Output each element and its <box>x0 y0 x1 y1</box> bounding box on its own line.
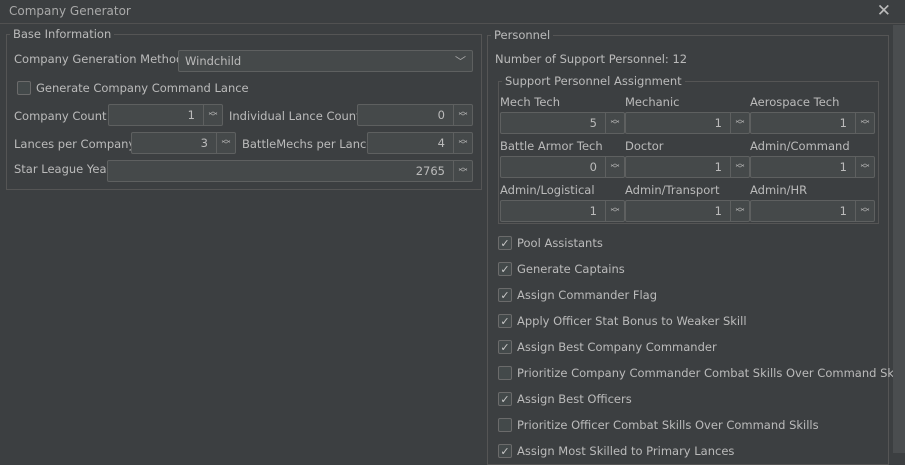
role-value: 1 <box>839 160 847 174</box>
spinner-arrows-icon[interactable]: ︿ ﹀ <box>605 201 624 221</box>
option-checkbox[interactable]: ✓ Assign Commander Flag <box>498 288 657 302</box>
role-label: Aerospace Tech <box>750 95 840 109</box>
spinner-arrows-icon[interactable]: ︿ ﹀ <box>453 105 472 125</box>
option-label: Generate Captains <box>517 262 625 276</box>
checkmark-icon: ✓ <box>498 236 512 250</box>
sl-year-spinner[interactable]: 2765 ︿ ﹀ <box>107 160 473 182</box>
spinner-arrows-icon[interactable]: ︿ ﹀ <box>730 201 749 221</box>
method-value: Windchild <box>185 54 242 68</box>
role-value: 1 <box>839 116 847 130</box>
option-checkbox[interactable]: ✓ Apply Officer Stat Bonus to Weaker Skil… <box>498 314 747 328</box>
role-label: Mech Tech <box>500 95 561 109</box>
option-checkbox[interactable]: ✓ Assign Most Skilled to Primary Lances <box>498 444 734 458</box>
support-count: Number of Support Personnel: 12 <box>495 52 688 66</box>
close-icon[interactable]: ✕ <box>877 1 891 21</box>
role-spinner[interactable]: 5 ︿ ﹀ <box>500 112 625 134</box>
role-spinner[interactable]: 1 ︿ ﹀ <box>750 156 875 178</box>
spinner-arrows-icon[interactable]: ︿ ﹀ <box>855 157 874 177</box>
role-label: Mechanic <box>625 95 680 109</box>
role-label: Admin/Command <box>750 139 850 153</box>
base-information-legend: Base Information <box>10 27 115 41</box>
option-label: Assign Best Officers <box>517 392 632 406</box>
individual-lance-value: 0 <box>437 108 445 122</box>
option-checkbox[interactable]: Prioritize Company Commander Combat Skil… <box>498 366 905 380</box>
option-label: Pool Assistants <box>517 236 603 250</box>
spinner-arrows-icon[interactable]: ︿ ﹀ <box>203 105 222 125</box>
role-value: 1 <box>714 204 722 218</box>
mechs-value: 4 <box>437 136 445 150</box>
spinner-arrows-icon[interactable]: ︿ ﹀ <box>605 157 624 177</box>
role-label: Battle Armor Tech <box>500 139 603 153</box>
mechs-label: BattleMechs per Lance <box>242 137 374 151</box>
role-value: 5 <box>589 116 597 130</box>
spinner-arrows-icon[interactable]: ︿ ﹀ <box>453 133 472 153</box>
personnel-legend: Personnel <box>491 28 554 42</box>
method-select[interactable]: Windchild ﹀ <box>178 50 473 72</box>
option-checkbox[interactable]: ✓ Assign Best Officers <box>498 392 632 406</box>
lances-spinner[interactable]: 3 ︿ ﹀ <box>131 132 236 154</box>
company-count-value: 1 <box>187 108 195 122</box>
checkbox-icon <box>498 418 512 432</box>
method-label: Company Generation Method <box>14 52 184 66</box>
role-value: 0 <box>589 160 597 174</box>
individual-lance-spinner[interactable]: 0 ︿ ﹀ <box>357 104 473 126</box>
role-spinner[interactable]: 1 ︿ ﹀ <box>625 200 750 222</box>
command-lance-checkbox[interactable]: Generate Company Command Lance <box>17 81 249 95</box>
role-value: 1 <box>839 204 847 218</box>
command-lance-label: Generate Company Command Lance <box>36 81 249 95</box>
checkbox-icon <box>17 81 31 95</box>
option-checkbox[interactable]: ✓ Pool Assistants <box>498 236 603 250</box>
mechs-spinner[interactable]: 4 ︿ ﹀ <box>367 132 473 154</box>
checkmark-icon: ✓ <box>498 262 512 276</box>
role-label: Admin/HR <box>750 183 808 197</box>
lances-value: 3 <box>200 136 208 150</box>
option-checkbox[interactable]: ✓ Generate Captains <box>498 262 625 276</box>
option-checkbox[interactable]: ✓ Assign Best Company Commander <box>498 340 717 354</box>
option-label: Assign Commander Flag <box>517 288 658 302</box>
spinner-arrows-icon[interactable]: ︿ ﹀ <box>453 161 472 181</box>
checkmark-icon: ✓ <box>498 444 512 458</box>
checkmark-icon: ✓ <box>498 288 512 302</box>
spinner-arrows-icon[interactable]: ︿ ﹀ <box>730 113 749 133</box>
spinner-arrows-icon[interactable]: ︿ ﹀ <box>216 133 235 153</box>
sl-year-value: 2765 <box>415 164 445 178</box>
role-spinner[interactable]: 1 ︿ ﹀ <box>750 200 875 222</box>
company-count-label: Company Count <box>14 109 107 123</box>
title-bar: Company Generator ✕ <box>0 0 905 24</box>
option-label: Prioritize Officer Combat Skills Over Co… <box>517 418 819 432</box>
spinner-arrows-icon[interactable]: ︿ ﹀ <box>855 113 874 133</box>
option-label: Assign Most Skilled to Primary Lances <box>517 444 735 458</box>
role-label: Admin/Logistical <box>500 183 595 197</box>
lances-label: Lances per Company <box>14 137 136 151</box>
role-value: 1 <box>589 204 597 218</box>
role-spinner[interactable]: 0 ︿ ﹀ <box>500 156 625 178</box>
role-label: Doctor <box>625 139 664 153</box>
role-spinner[interactable]: 1 ︿ ﹀ <box>625 112 750 134</box>
role-spinner[interactable]: 1 ︿ ﹀ <box>750 112 875 134</box>
role-spinner[interactable]: 1 ︿ ﹀ <box>625 156 750 178</box>
company-count-spinner[interactable]: 1 ︿ ﹀ <box>108 104 223 126</box>
role-label: Admin/Transport <box>625 183 720 197</box>
spinner-arrows-icon[interactable]: ︿ ﹀ <box>855 201 874 221</box>
option-label: Apply Officer Stat Bonus to Weaker Skill <box>517 314 747 328</box>
option-label: Prioritize Company Commander Combat Skil… <box>517 366 905 380</box>
option-label: Assign Best Company Commander <box>517 340 717 354</box>
checkmark-icon: ✓ <box>498 340 512 354</box>
option-checkbox[interactable]: Prioritize Officer Combat Skills Over Co… <box>498 418 819 432</box>
scrollbar[interactable] <box>893 25 905 453</box>
spinner-arrows-icon[interactable]: ︿ ﹀ <box>730 157 749 177</box>
role-value: 1 <box>714 160 722 174</box>
checkmark-icon: ✓ <box>498 392 512 406</box>
individual-lance-label: Individual Lance Count <box>229 109 361 123</box>
assignment-legend: Support Personnel Assignment <box>502 74 685 88</box>
spinner-arrows-icon[interactable]: ︿ ﹀ <box>605 113 624 133</box>
role-value: 1 <box>714 116 722 130</box>
checkbox-icon <box>498 366 512 380</box>
checkmark-icon: ✓ <box>498 314 512 328</box>
chevron-down-icon: ﹀ <box>455 55 466 68</box>
sl-year-label: Star League Year <box>14 162 112 176</box>
window-title: Company Generator <box>9 4 131 18</box>
role-spinner[interactable]: 1 ︿ ﹀ <box>500 200 625 222</box>
